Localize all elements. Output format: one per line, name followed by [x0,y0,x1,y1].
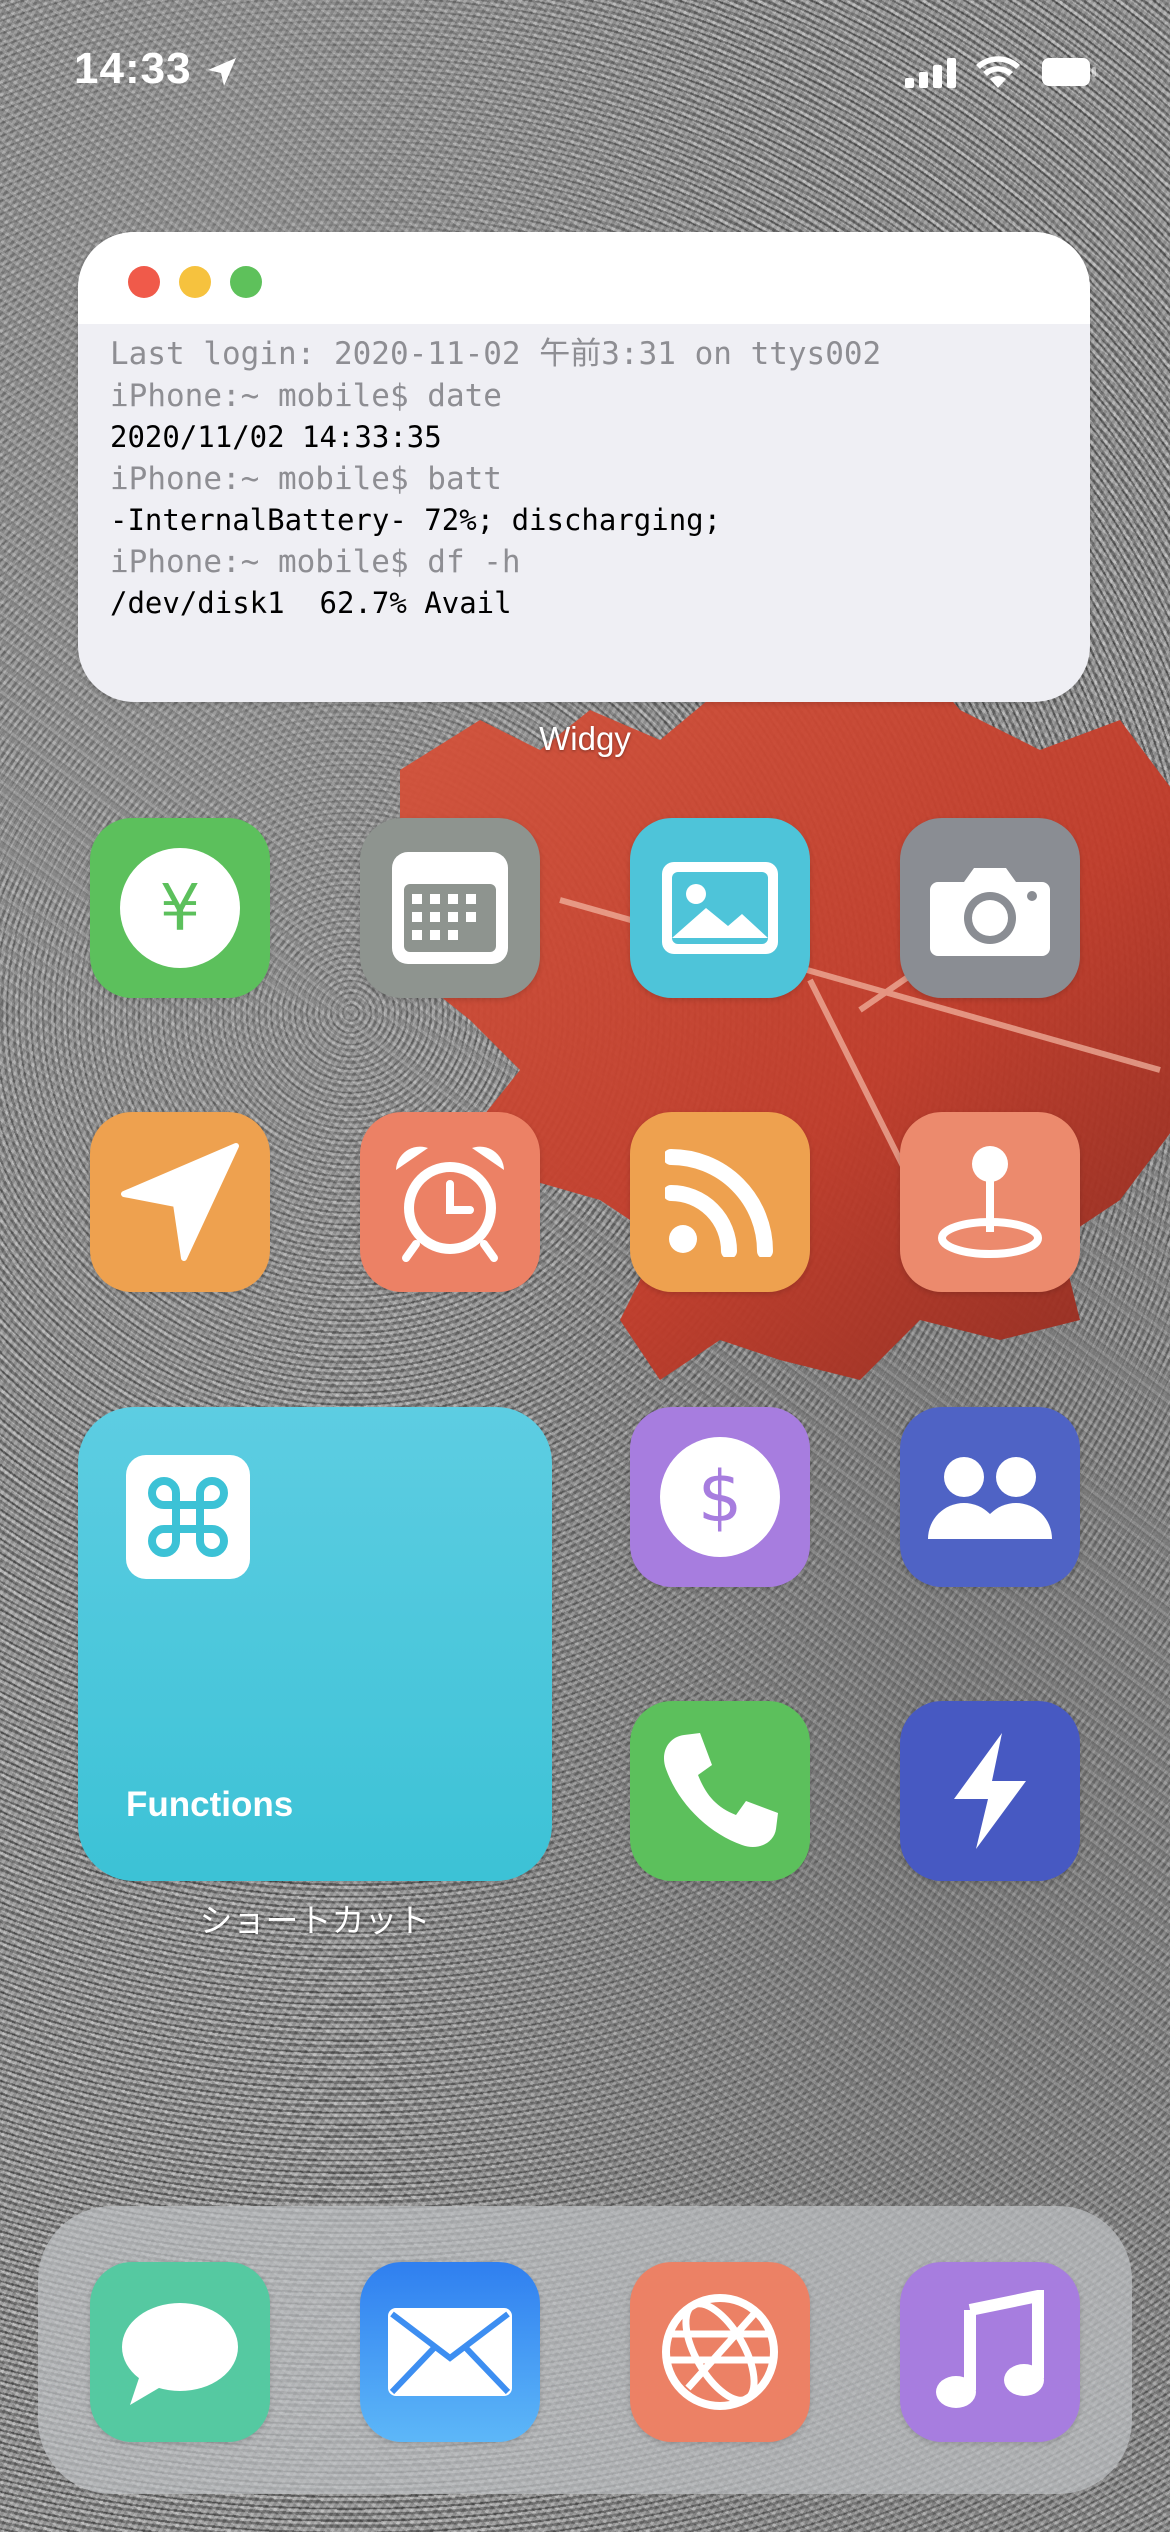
app-yen[interactable]: ¥ [90,818,270,998]
camera-icon [930,868,1050,956]
terminal-line: iPhone:~ mobile$ batt [110,460,502,497]
svg-text:¥: ¥ [160,872,201,946]
messages-icon [122,2303,238,2405]
app-photos[interactable] [630,818,810,998]
close-dot-icon [128,266,160,298]
command-icon [126,1455,250,1579]
location-arrow-icon [121,1143,239,1261]
terminal-titlebar [78,232,1090,324]
terminal-line: 2020/11/02 14:33:35 [110,420,442,454]
people-icon [928,1457,1052,1539]
terminal-line: iPhone:~ mobile$ df -h [110,543,521,580]
status-bar: 14:33 [0,0,1170,140]
cellular-signal-icon [905,58,956,88]
map-pin-icon [938,1146,1042,1258]
maximize-dot-icon [230,266,262,298]
alarm-clock-icon [396,1146,504,1262]
dock-music[interactable] [900,2262,1080,2442]
app-contacts[interactable] [900,1407,1080,1587]
app-calendar[interactable] [360,818,540,998]
rss-icon [665,1149,773,1257]
app-dollar[interactable]: $ [630,1407,810,1587]
widget-label: Widgy [539,720,631,757]
calendar-icon [392,852,508,964]
app-rss[interactable] [630,1112,810,1292]
dollar-icon: $ [660,1437,780,1557]
terminal-widget[interactable]: Last login: 2020-11-02 午前3:31 on ttys002… [78,232,1090,702]
terminal-line: iPhone:~ mobile$ date [110,377,502,414]
minimize-dot-icon [179,266,211,298]
terminal-line: -InternalBattery- 72%; discharging; [110,503,722,537]
bolt-icon [954,1733,1026,1849]
terminal-line: /dev/disk1 62.7% Avail [110,586,512,620]
wifi-icon [976,56,1020,88]
app-phone[interactable] [630,1701,810,1881]
dock-mail[interactable] [360,2262,540,2442]
yen-icon: ¥ [120,848,240,968]
music-icon [936,2290,1044,2408]
photo-icon [662,862,778,954]
app-camera[interactable] [900,818,1080,998]
battery-icon [1042,58,1096,86]
svg-text:$: $ [698,1456,743,1538]
terminal-output: Last login: 2020-11-02 午前3:31 on ttys002… [78,324,1090,625]
mail-icon [388,2308,512,2396]
shortcuts-widget[interactable]: Functions [78,1407,552,1881]
shortcuts-widget-label: ショートカット [199,1902,431,1939]
phone-icon [664,1733,778,1848]
shortcut-title: Functions [126,1785,294,1824]
location-services-icon [208,58,236,86]
dock-browser[interactable] [630,2262,810,2442]
app-bolt[interactable] [900,1701,1080,1881]
dock-messages[interactable] [90,2262,270,2442]
app-find[interactable] [900,1112,1080,1292]
app-clock[interactable] [360,1112,540,1292]
terminal-line: Last login: 2020-11-02 午前3:31 on ttys002 [110,336,882,372]
browser-globe-icon [662,2294,778,2410]
status-time: 14:33 [74,44,192,93]
app-maps[interactable] [90,1112,270,1292]
